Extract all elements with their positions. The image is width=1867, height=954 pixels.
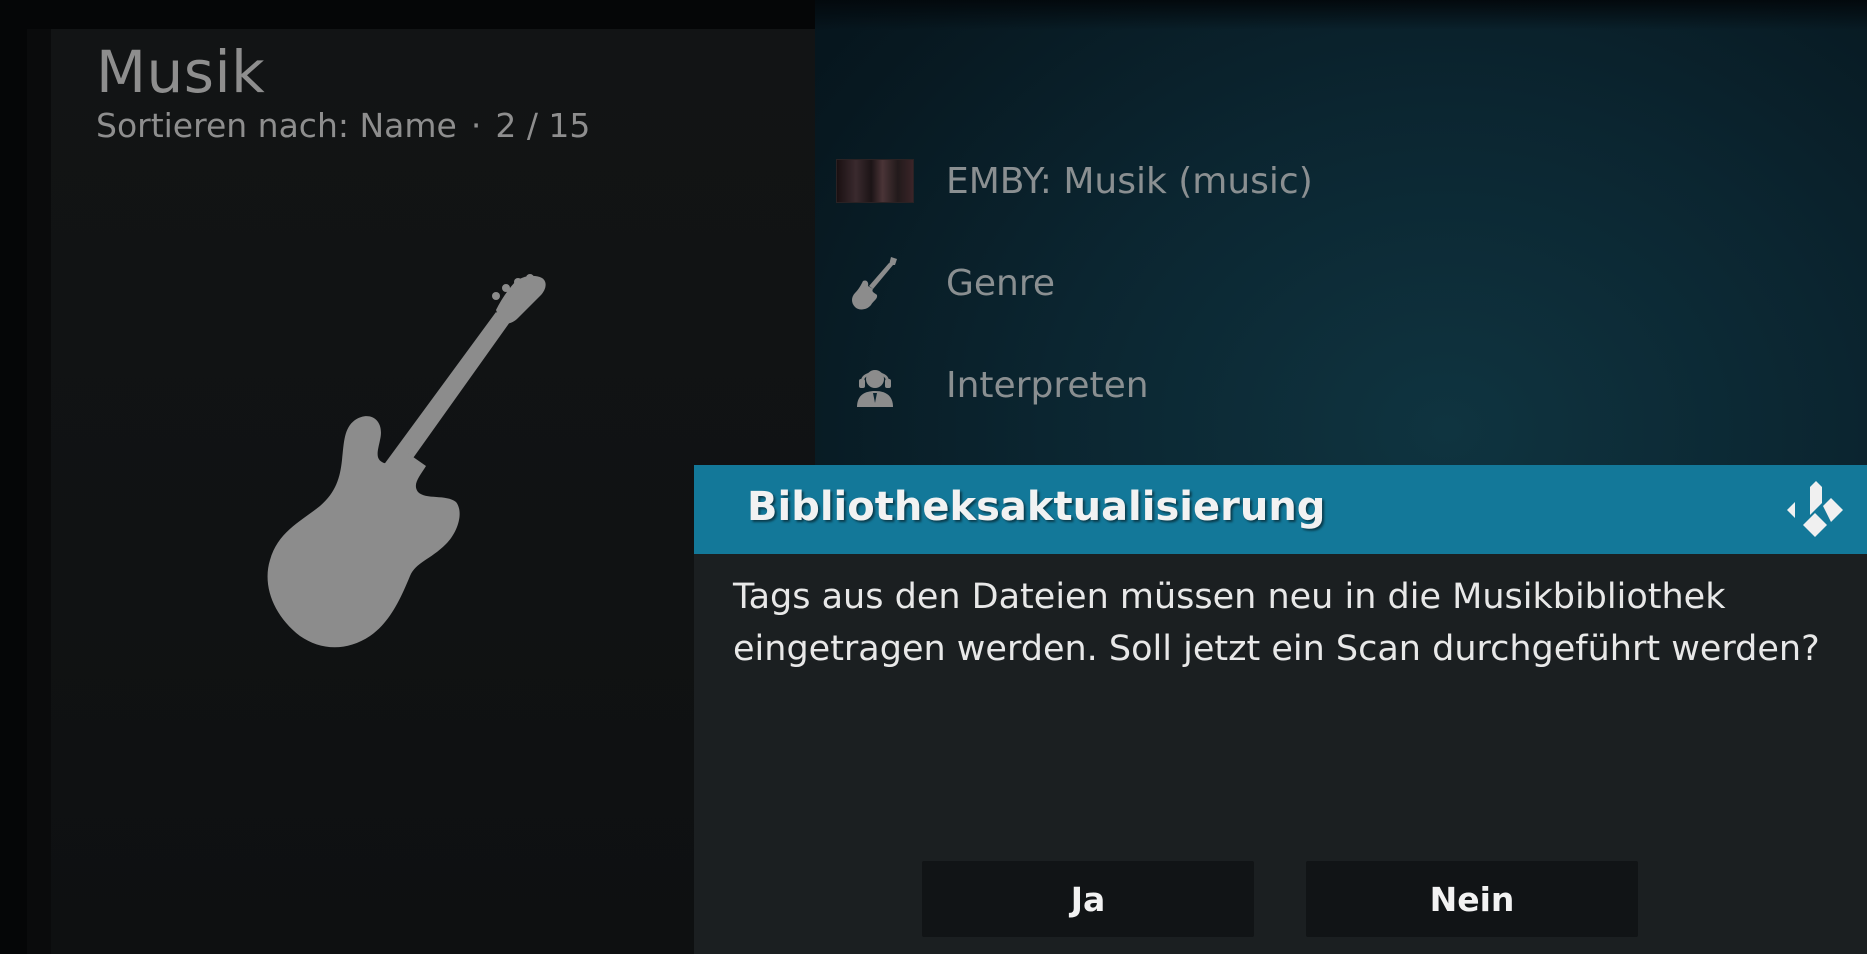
kodi-screen: Musik Sortieren nach: Name · 2 / 15 EMBY: … [0, 0, 1867, 954]
media-list: EMBY: Musik (music) Genre Interpreten [836, 130, 1836, 436]
separator: · [470, 106, 482, 145]
message-line: Tags aus den Dateien müssen neu in die M… [733, 577, 1726, 617]
yes-button[interactable]: Ja [922, 861, 1254, 937]
page-header: Musik Sortieren nach: Name · 2 / 15 [96, 38, 590, 146]
dialog-message: Tags aus den Dateien müssen neu in die M… [733, 571, 1843, 675]
panel-edge [27, 29, 51, 954]
artist-icon [836, 361, 914, 409]
sort-label: Sortieren nach: Name [96, 106, 457, 145]
list-item-emby-music[interactable]: EMBY: Musik (music) [836, 130, 1836, 232]
dialog-header: Bibliotheksaktualisierung [694, 465, 1867, 554]
list-item-label: Genre [946, 262, 1056, 304]
kodi-logo-icon [1787, 481, 1843, 537]
message-line: eingetragen werden. Soll jetzt ein Scan … [733, 629, 1820, 669]
page-title: Musik [96, 38, 266, 106]
bass-guitar-icon [267, 274, 546, 648]
no-button[interactable]: Nein [1306, 861, 1638, 937]
dialog-title: Bibliotheksaktualisierung [747, 484, 1326, 530]
sort-info: Sortieren nach: Name · 2 / 15 [96, 106, 590, 146]
list-item-label: EMBY: Musik (music) [946, 160, 1313, 202]
guitar-icon [836, 257, 914, 310]
list-item-genre[interactable]: Genre [836, 232, 1836, 334]
emby-thumbnail [836, 157, 914, 205]
list-item-label: Interpreten [946, 364, 1149, 406]
item-position: 2 / 15 [495, 106, 591, 145]
list-item-interpreten[interactable]: Interpreten [836, 334, 1836, 436]
library-update-dialog: Bibliotheksaktualisierung Tags aus den D… [694, 465, 1867, 954]
